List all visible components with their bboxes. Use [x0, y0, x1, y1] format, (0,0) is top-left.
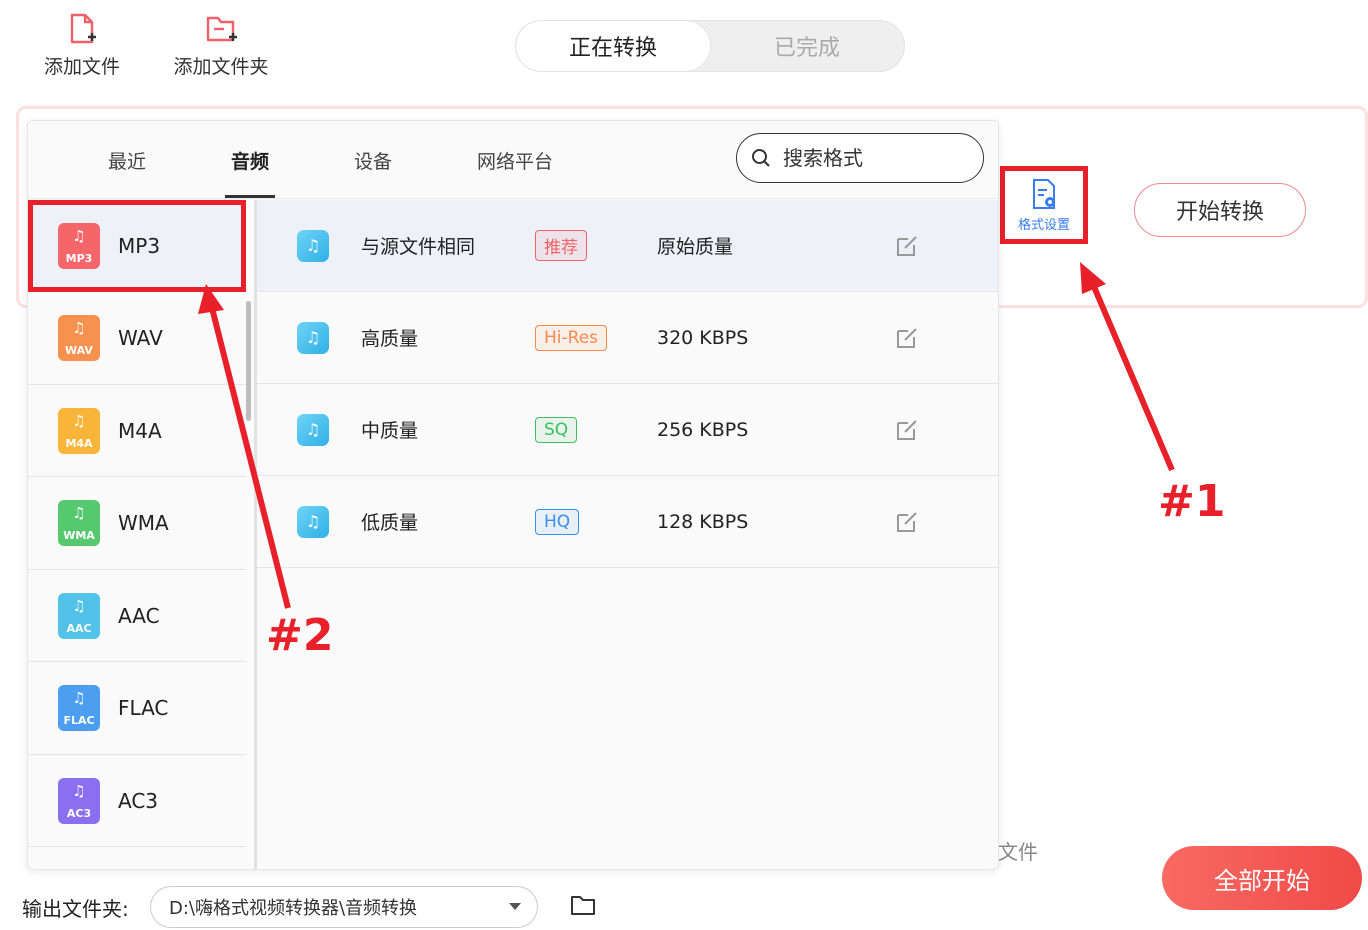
edit-icon[interactable]: [894, 233, 920, 259]
format-name: MP3: [118, 234, 161, 258]
quality-row[interactable]: ♫ 高质量 Hi-Res 320 KBPS: [257, 292, 998, 384]
annotation-marker-1: #1: [1158, 476, 1226, 527]
tab-completed[interactable]: 已完成: [710, 21, 904, 71]
quality-bitrate: 128 KBPS: [657, 510, 749, 533]
format-name: WAV: [118, 326, 163, 350]
quality-bitrate: 原始质量: [657, 236, 734, 258]
format-tabs: 最近 音频 设备 网络平台: [28, 121, 998, 199]
add-folder-button[interactable]: 添加文件夹: [166, 12, 276, 79]
quality-row[interactable]: ♫ 低质量 HQ 128 KBPS: [257, 476, 998, 568]
add-file-button[interactable]: 添加文件: [27, 12, 137, 79]
music-note-icon: ♫: [72, 689, 86, 707]
search-icon: [752, 149, 770, 167]
chevron-down-icon: [509, 903, 521, 910]
tab-device[interactable]: 设备: [354, 147, 392, 174]
music-note-icon: ♫: [72, 227, 86, 245]
format-item-ac3[interactable]: ♫ AC3 AC3: [28, 755, 246, 847]
format-name: FLAC: [118, 696, 169, 720]
quality-row[interactable]: ♫ 与源文件相同 推荐 原始质量: [257, 200, 998, 292]
annotation-marker-2: #2: [266, 610, 334, 661]
format-list: ♫ MP3 MP3 ♫ WAV WAV ♫ M4A M4A ♫ WMA WMA ♫ AAC AAC ♫ FLAC…: [28, 200, 254, 869]
format-item-wav[interactable]: ♫ WAV WAV: [28, 293, 246, 385]
format-tag: AAC: [66, 621, 92, 635]
music-note-icon: ♫: [72, 504, 86, 522]
quality-name: 高质量: [361, 328, 419, 350]
format-search-box[interactable]: [736, 133, 984, 183]
music-note-icon: ♫: [297, 321, 329, 354]
quality-badge: HQ: [535, 508, 580, 535]
background-file-text: 文件: [998, 840, 1038, 864]
quality-badge: SQ: [535, 416, 578, 443]
add-file-icon: [70, 13, 96, 44]
music-note-icon: ♫: [297, 229, 329, 262]
quality-badge: Hi-Res: [535, 324, 608, 351]
quality-badge: 推荐: [535, 230, 587, 261]
format-tag: MP3: [65, 252, 93, 265]
tab-web-platform[interactable]: 网络平台: [477, 147, 553, 174]
start-convert-button[interactable]: 开始转换: [1134, 183, 1306, 237]
music-note-icon: ♫: [72, 411, 86, 430]
audio-file-icon: ♫ AAC: [58, 592, 100, 639]
audio-file-icon: ♫ FLAC: [58, 685, 100, 731]
output-folder-label: 输出文件夹:: [22, 897, 129, 921]
audio-file-icon: ♫ MP3: [58, 223, 100, 269]
music-note-icon: ♫: [297, 505, 329, 538]
format-settings-icon: [1033, 178, 1055, 209]
format-tag: FLAC: [63, 714, 95, 727]
open-folder-button[interactable]: [570, 894, 596, 920]
format-settings-label: 格式设置: [1017, 217, 1070, 233]
music-note-icon: ♫: [72, 319, 86, 337]
edit-icon[interactable]: [894, 417, 920, 443]
format-name: AAC: [118, 603, 160, 628]
quality-bitrate: 320 KBPS: [657, 326, 749, 349]
format-item-aac[interactable]: ♫ AAC AAC: [28, 570, 246, 662]
format-name: M4A: [118, 418, 162, 443]
format-tag: M4A: [65, 436, 93, 450]
quality-name: 中质量: [361, 420, 419, 442]
music-note-icon: ♫: [72, 596, 86, 615]
quality-name: 低质量: [361, 512, 419, 534]
format-name: AC3: [118, 788, 159, 813]
quality-name: 与源文件相同: [361, 236, 476, 258]
audio-file-icon: ♫ M4A: [58, 407, 100, 454]
format-list-scrollbar[interactable]: [246, 301, 251, 421]
quality-bitrate: 256 KBPS: [657, 418, 749, 441]
status-segmented-control: 正在转换 已完成: [515, 20, 905, 72]
format-item-wma[interactable]: ♫ WMA WMA: [28, 478, 246, 570]
output-folder-path: D:\嗨格式视频转换器\音频转换: [169, 898, 418, 919]
start-all-button[interactable]: 全部开始: [1162, 846, 1362, 910]
output-folder-select[interactable]: D:\嗨格式视频转换器\音频转换: [150, 886, 538, 928]
format-name: WMA: [118, 511, 169, 535]
add-folder-icon: [206, 16, 237, 42]
music-note-icon: ♫: [297, 413, 329, 446]
tab-recent[interactable]: 最近: [108, 147, 146, 174]
format-item-mp3[interactable]: ♫ MP3 MP3: [28, 200, 246, 292]
tab-audio[interactable]: 音频: [231, 147, 269, 174]
folder-icon: [571, 896, 595, 915]
quality-row[interactable]: ♫ 中质量 SQ 256 KBPS: [257, 384, 998, 476]
format-tag: AC3: [66, 806, 92, 820]
active-tab-underline: [225, 195, 275, 198]
tab-converting[interactable]: 正在转换: [516, 21, 710, 71]
audio-file-icon: ♫ AC3: [58, 777, 100, 824]
audio-file-icon: ♫ WAV: [58, 315, 100, 361]
add-folder-label: 添加文件夹: [173, 56, 269, 78]
format-settings-button[interactable]: 格式设置: [1000, 166, 1088, 244]
format-search-input[interactable]: [783, 146, 953, 170]
format-item-m4a[interactable]: ♫ M4A M4A: [28, 385, 246, 477]
format-tag: WMA: [63, 529, 95, 542]
format-tag: WAV: [65, 344, 93, 357]
format-popup: 最近 音频 设备 网络平台 ♫ MP3 MP3 ♫ WAV WAV ♫ M4A M4A ♫ WMA W…: [27, 120, 999, 870]
edit-icon[interactable]: [894, 325, 920, 351]
edit-icon[interactable]: [894, 509, 920, 535]
music-note-icon: ♫: [72, 781, 86, 800]
add-file-label: 添加文件: [43, 56, 120, 78]
audio-file-icon: ♫ WMA: [58, 500, 100, 546]
format-item-flac[interactable]: ♫ FLAC FLAC: [28, 663, 246, 755]
